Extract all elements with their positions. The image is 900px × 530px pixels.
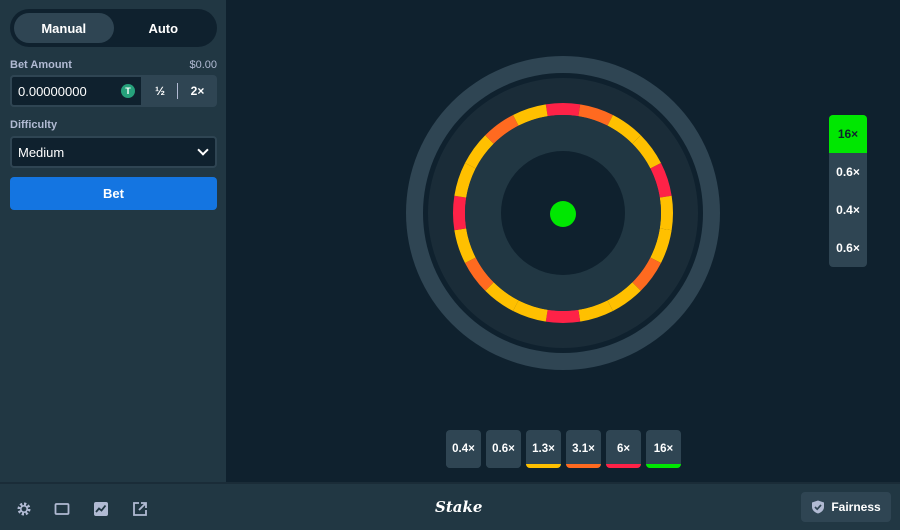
payout-history-item: 0.6× [836, 165, 860, 179]
auto-tab[interactable]: Auto [114, 13, 214, 43]
difficulty-label-row: Difficulty [10, 119, 217, 131]
multiplier-color-bar [446, 464, 481, 468]
multiplier-chip[interactable]: 0.4× [446, 430, 481, 468]
wheel-segment [545, 103, 581, 117]
multiplier-color-bar [486, 464, 521, 468]
wheel [406, 56, 720, 370]
wheel-center-pointer [550, 201, 576, 227]
bet-amount-usd: $0.00 [189, 59, 217, 71]
half-bet-button[interactable]: ½ [143, 75, 177, 107]
multiplier-label: 0.4× [452, 443, 475, 455]
wheel-segment [453, 195, 467, 231]
payout-history: 16× 0.6× 0.4× 0.6× [829, 115, 867, 267]
multiplier-chip[interactable]: 6× [606, 430, 641, 468]
multiplier-label: 1.3× [532, 443, 555, 455]
gear-icon[interactable] [16, 501, 32, 517]
multiplier-label: 16× [653, 443, 674, 455]
multiplier-chip[interactable]: 1.3× [526, 430, 561, 468]
stake-logo: Stake [435, 498, 483, 516]
manual-tab[interactable]: Manual [14, 13, 114, 43]
fairness-label: Fairness [831, 500, 881, 514]
bet-button[interactable]: Bet [10, 177, 217, 210]
difficulty-select[interactable]: Medium [10, 136, 217, 168]
multiplier-chip[interactable]: 0.6× [486, 430, 521, 468]
payout-history-item: 0.6× [836, 241, 860, 255]
multiplier-label: 0.6× [492, 443, 515, 455]
sidebar: Manual Auto Bet Amount $0.00 0.00000000 … [0, 0, 226, 482]
wheel-segment [545, 309, 581, 323]
multiplier-color-bar [566, 464, 601, 468]
multiplier-chip[interactable]: 3.1× [566, 430, 601, 468]
multiplier-color-bar [646, 464, 681, 468]
difficulty-label: Difficulty [10, 119, 58, 131]
theatre-mode-icon[interactable] [54, 501, 70, 517]
multiplier-row: 0.4× 0.6× 1.3× 3.1× 6× 16× [446, 430, 681, 468]
bet-amount-label: Bet Amount [10, 59, 72, 71]
bet-amount-value: 0.00000000 [18, 83, 87, 99]
popout-icon[interactable] [132, 501, 148, 517]
shield-check-icon [812, 500, 825, 514]
chevron-down-icon [197, 144, 209, 156]
multiplier-color-bar [606, 464, 641, 468]
difficulty-value: Medium [18, 144, 65, 160]
stats-icon[interactable] [93, 501, 109, 517]
payout-history-item: 0.4× [836, 203, 860, 217]
footer: Stake Fairness [0, 482, 900, 530]
multiplier-label: 3.1× [572, 443, 595, 455]
fairness-button[interactable]: Fairness [801, 492, 891, 522]
multiplier-label: 6× [616, 443, 631, 455]
payout-history-item: 16× [829, 115, 867, 153]
bet-amount-label-row: Bet Amount $0.00 [10, 59, 217, 71]
multiplier-color-bar [526, 464, 561, 468]
bet-amount-input[interactable]: 0.00000000 T [10, 75, 143, 107]
game-area [226, 0, 900, 482]
multiplier-chip[interactable]: 16× [646, 430, 681, 468]
tether-coin-icon: T [121, 84, 135, 98]
double-bet-button[interactable]: 2× [178, 75, 217, 107]
wheel-segment [659, 195, 673, 231]
mode-toggle: Manual Auto [10, 9, 217, 47]
bet-amount-group: 0.00000000 T ½ 2× [10, 75, 217, 107]
